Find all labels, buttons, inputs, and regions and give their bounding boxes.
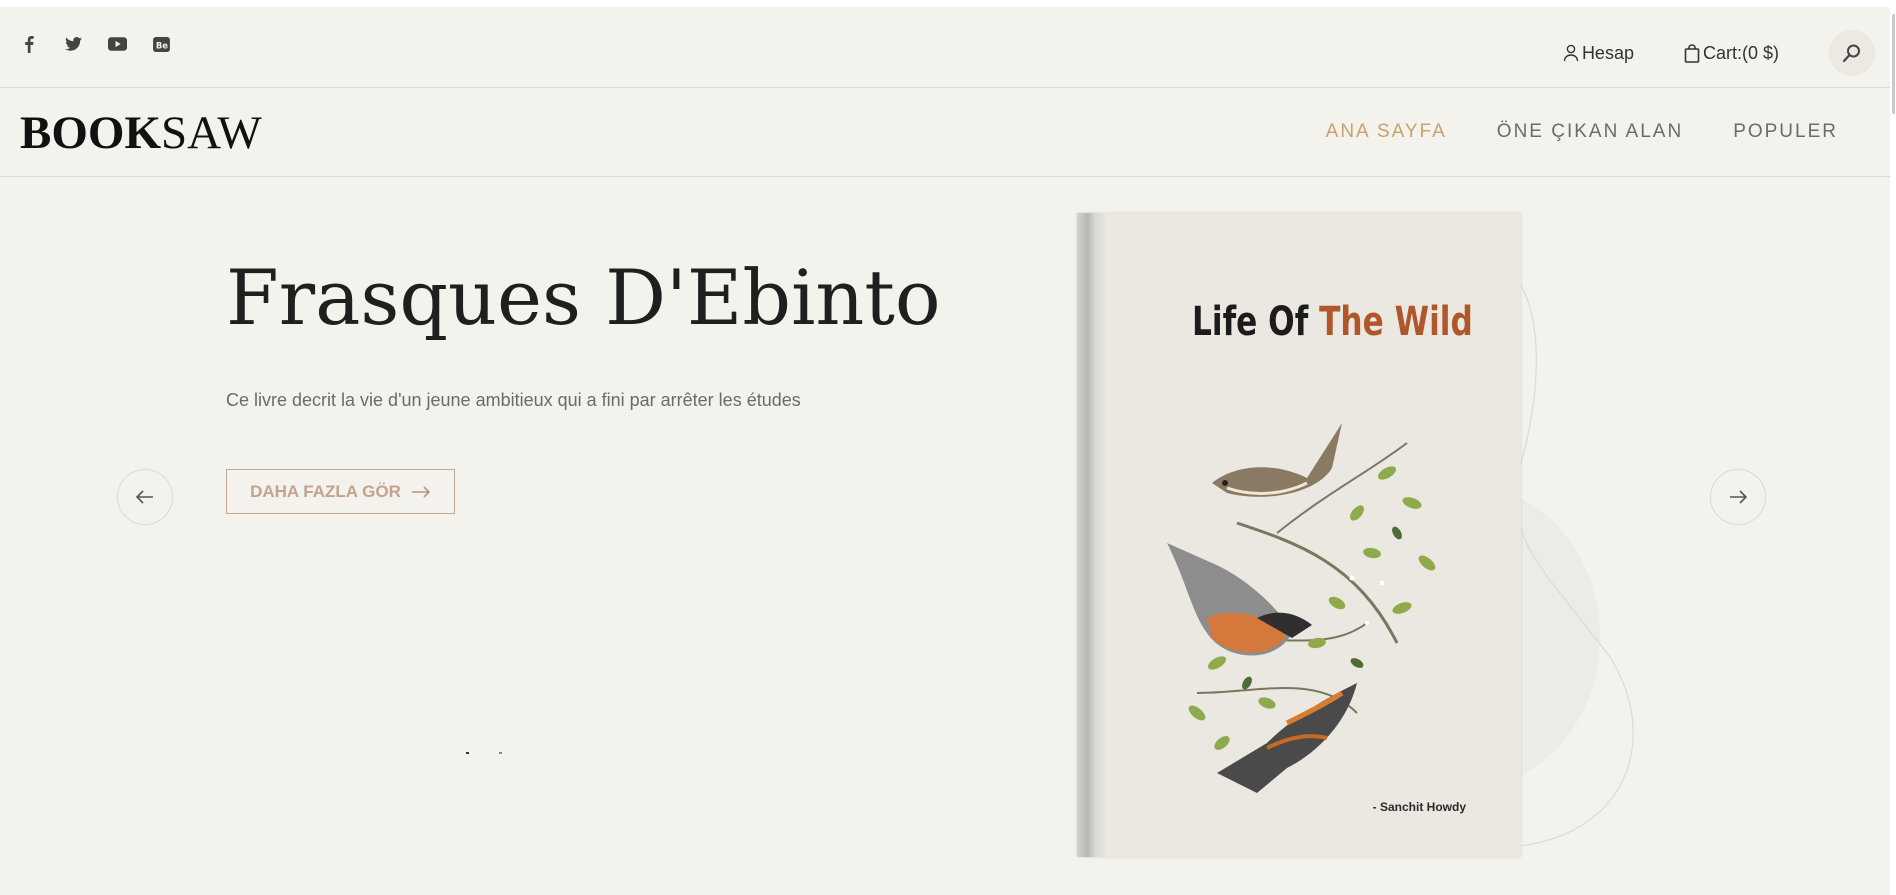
user-icon — [1563, 44, 1579, 62]
see-more-label: DAHA FAZLA GÖR — [250, 481, 401, 501]
facebook-icon[interactable] — [18, 33, 40, 55]
account-link[interactable]: Hesap — [1563, 43, 1634, 64]
slider-next-button[interactable] — [1710, 469, 1766, 525]
book-title-main: Life Of — [1192, 299, 1320, 345]
birds-illustration — [1167, 423, 1436, 793]
arrow-right-icon — [1730, 490, 1747, 504]
hero-title: Frasques D'Ebinto — [226, 253, 941, 342]
arrow-right-icon — [411, 485, 431, 498]
nav-link-popular[interactable]: POPULER — [1733, 121, 1838, 143]
youtube-icon[interactable] — [106, 33, 128, 55]
nav-link-featured[interactable]: ÖNE ÇIKAN ALAN — [1497, 121, 1683, 143]
slider-dot-active[interactable] — [466, 752, 469, 754]
main-nav: BOOKSAW ANA SAYFA ÖNE ÇIKAN ALAN POPULER — [0, 88, 1890, 177]
see-more-button[interactable]: DAHA FAZLA GÖR — [226, 469, 455, 514]
site-logo[interactable]: BOOKSAW — [20, 106, 262, 160]
search-button[interactable] — [1829, 30, 1875, 76]
nav-links: ANA SAYFA ÖNE ÇIKAN ALAN POPULER — [1276, 121, 1838, 143]
cart-label: Cart:(0 $) — [1702, 42, 1779, 63]
logo-light: SAW — [161, 107, 262, 159]
scrollbar-thumb[interactable] — [1892, 14, 1895, 114]
book-title: Life Of The Wild — [1192, 299, 1473, 345]
book-title-accent: The Wild — [1319, 299, 1473, 345]
page: Be Hesap Cart:(0 $) BOOKSAW ANA SAYFA ÖN… — [0, 7, 1890, 895]
shopping-bag-icon — [1684, 43, 1700, 63]
top-right-actions: Hesap Cart:(0 $) — [1563, 29, 1890, 77]
search-icon — [1842, 44, 1860, 63]
book-author: - Sanchit Howdy — [1372, 800, 1466, 814]
top-bar: Be Hesap Cart:(0 $) — [0, 7, 1890, 88]
nav-link-home[interactable]: ANA SAYFA — [1326, 121, 1447, 143]
book-spine — [1077, 213, 1107, 857]
twitter-icon[interactable] — [62, 33, 84, 55]
social-links: Be — [18, 33, 194, 55]
logo-bold: BOOK — [20, 107, 162, 159]
window-scrollbar[interactable] — [1890, 0, 1896, 895]
slider-dots — [466, 752, 532, 754]
book-cover-image: Life Of The Wild - Sanchit Howdy — [1077, 213, 1521, 857]
slider-dot[interactable] — [499, 752, 502, 754]
slider-prev-button[interactable] — [117, 469, 173, 525]
account-label: Hesap — [1581, 42, 1634, 63]
hero-description: Ce livre decrit la vie d'un jeune ambiti… — [226, 390, 801, 410]
cart-link[interactable]: Cart:(0 $) — [1684, 43, 1779, 64]
arrow-left-icon — [136, 490, 153, 504]
svg-text:Be: Be — [155, 40, 167, 50]
behance-icon[interactable]: Be — [150, 33, 172, 55]
